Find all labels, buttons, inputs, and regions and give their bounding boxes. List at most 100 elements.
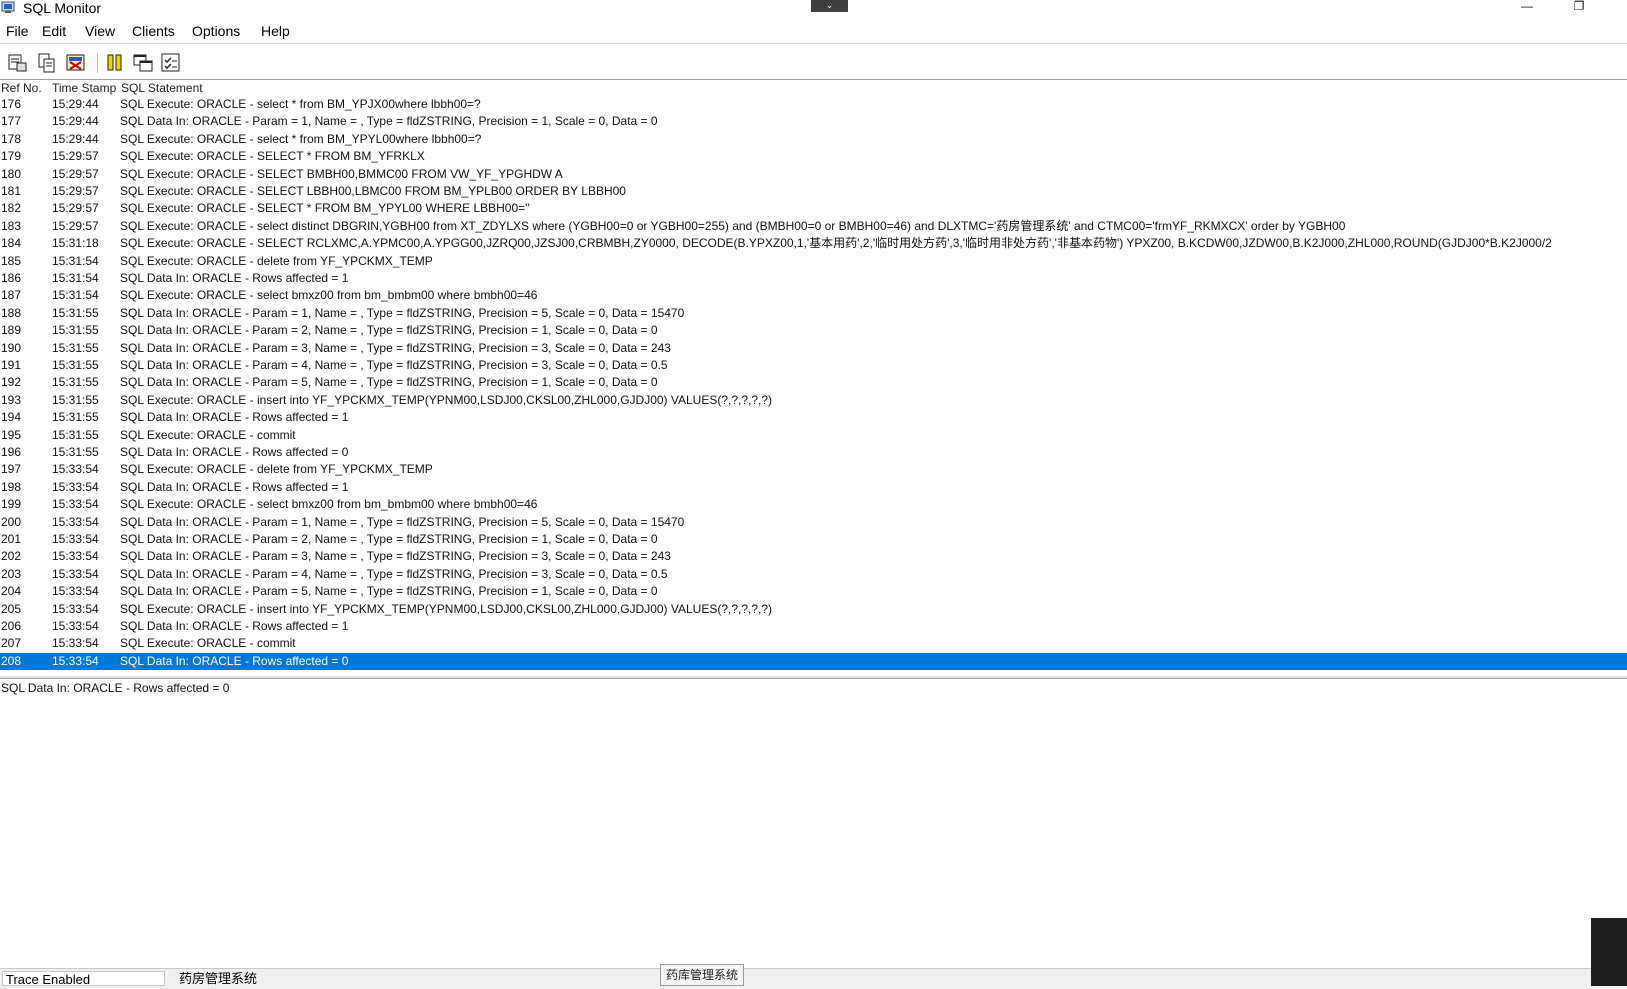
copy-icon[interactable]	[36, 52, 58, 74]
table-row[interactable]: 206 15:33:54 SQL Data In: ORACLE - Rows af…	[0, 618, 1627, 635]
table-row[interactable]: 180 15:29:57 SQL Execute: ORACLE - SELECT …	[0, 166, 1627, 183]
row-ref: 184	[1, 236, 22, 251]
row-sql: SQL Data In: ORACLE - Rows affected = 0	[120, 445, 349, 459]
row-time: 15:29:44	[52, 97, 99, 111]
table-row[interactable]: 177 15:29:44 SQL Data In: ORACLE - Param =…	[0, 113, 1627, 130]
row-sql: SQL Execute: ORACLE - select bmxz00 from…	[120, 288, 538, 303]
row-sql: SQL Execute: ORACLE - commit	[120, 427, 296, 442]
table-row[interactable]: 182 15:29:57 SQL Execute: ORACLE - SELECT …	[0, 200, 1627, 217]
row-sql: SQL Execute: ORACLE - select * from BM_Y…	[120, 97, 481, 111]
table-row[interactable]: 185 15:31:54 SQL Execute: ORACLE - delete …	[0, 253, 1627, 270]
menu-file[interactable]: File	[6, 22, 29, 40]
row-time: 15:31:55	[52, 340, 99, 355]
sql-statement-list[interactable]: 176 15:29:44 SQL Execute: ORACLE - select …	[0, 96, 1627, 674]
row-ref: 200	[1, 514, 22, 529]
table-row[interactable]: 178 15:29:44 SQL Execute: ORACLE - select …	[0, 131, 1627, 148]
row-ref: 195	[1, 427, 22, 442]
row-ref: 191	[1, 358, 22, 372]
table-row[interactable]: 207 15:33:54 SQL Execute: ORACLE - commit	[0, 635, 1627, 652]
row-sql: SQL Data In: ORACLE - Rows affected = 0	[120, 653, 349, 668]
row-time: 15:33:54	[52, 514, 99, 529]
row-sql: SQL Data In: ORACLE - Param = 1, Name = …	[120, 114, 658, 129]
row-sql: SQL Execute: ORACLE - insert into YF_YPC…	[120, 392, 773, 407]
row-time: 15:33:54	[52, 653, 99, 668]
table-row[interactable]: 176 15:29:44 SQL Execute: ORACLE - select …	[0, 96, 1627, 113]
row-sql: SQL Data In: ORACLE - Param = 2, Name = …	[120, 323, 658, 338]
row-time: 15:31:55	[52, 445, 99, 459]
row-sql: SQL Data In: ORACLE - Param = 4, Name = …	[120, 566, 668, 581]
row-ref: 203	[1, 566, 22, 581]
column-header-sql[interactable]: SQL Statement	[121, 80, 203, 96]
table-row[interactable]: 201 15:33:54 SQL Data In: ORACLE - Param =…	[0, 531, 1627, 548]
table-row[interactable]: 203 15:33:54 SQL Data In: ORACLE - Param =…	[0, 566, 1627, 583]
row-sql: SQL Data In: ORACLE - Param = 3, Name = …	[120, 340, 671, 355]
table-row[interactable]: 191 15:31:55 SQL Data In: ORACLE - Param =…	[0, 357, 1627, 374]
row-sql: SQL Execute: ORACLE - select * from BM_Y…	[120, 131, 482, 146]
row-ref: 205	[1, 601, 22, 616]
row-time: 15:31:55	[52, 358, 99, 372]
table-row[interactable]: 184 15:31:18 SQL Execute: ORACLE - SELECT …	[0, 235, 1627, 252]
pane-splitter[interactable]	[0, 676, 1627, 679]
row-sql: SQL Execute: ORACLE - commit	[120, 636, 296, 651]
window-icon[interactable]	[132, 52, 154, 74]
table-row[interactable]: 198 15:33:54 SQL Data In: ORACLE - Rows af…	[0, 479, 1627, 496]
row-ref: 183	[1, 218, 22, 233]
menu-clients[interactable]: Clients	[132, 22, 175, 40]
row-sql: SQL Data In: ORACLE - Param = 3, Name = …	[120, 549, 671, 564]
table-row[interactable]: 205 15:33:54 SQL Execute: ORACLE - insert …	[0, 601, 1627, 618]
menu-edit[interactable]: Edit	[42, 22, 66, 40]
row-time: 15:29:57	[52, 149, 99, 164]
table-row[interactable]: 187 15:31:54 SQL Execute: ORACLE - select …	[0, 287, 1627, 304]
row-ref: 187	[1, 288, 22, 303]
table-row[interactable]: 199 15:33:54 SQL Execute: ORACLE - select …	[0, 496, 1627, 513]
table-row[interactable]: 204 15:33:54 SQL Data In: ORACLE - Param =…	[0, 583, 1627, 600]
table-row[interactable]: 190 15:31:55 SQL Data In: ORACLE - Param =…	[0, 340, 1627, 357]
table-row[interactable]: 202 15:33:54 SQL Data In: ORACLE - Param =…	[0, 548, 1627, 565]
row-ref: 190	[1, 340, 22, 355]
table-row[interactable]: 194 15:31:55 SQL Data In: ORACLE - Rows af…	[0, 409, 1627, 426]
menu-view[interactable]: View	[85, 22, 115, 40]
table-row[interactable]: 200 15:33:54 SQL Data In: ORACLE - Param =…	[0, 514, 1627, 531]
row-ref: 202	[1, 549, 22, 564]
row-sql: SQL Execute: ORACLE - select bmxz00 from…	[120, 497, 538, 512]
clear-icon[interactable]	[65, 52, 87, 74]
row-ref: 189	[1, 323, 22, 338]
menu-options[interactable]: Options	[192, 22, 240, 40]
row-sql: SQL Data In: ORACLE - Param = 2, Name = …	[120, 532, 658, 546]
table-row[interactable]: 192 15:31:55 SQL Data In: ORACLE - Param =…	[0, 374, 1627, 391]
column-header-ref[interactable]: Ref No.	[1, 80, 42, 96]
row-ref: 178	[1, 131, 22, 146]
trace-options-icon[interactable]	[160, 52, 182, 74]
row-sql: SQL Execute: ORACLE - delete from YF_YPC…	[120, 253, 433, 268]
table-row[interactable]: 183 15:29:57 SQL Execute: ORACLE - select …	[0, 218, 1627, 235]
table-row[interactable]: 208 15:33:54 SQL Data In: ORACLE - Rows af…	[0, 652, 1627, 671]
row-ref: 206	[1, 619, 22, 633]
table-row[interactable]: 193 15:31:55 SQL Execute: ORACLE - insert …	[0, 392, 1627, 409]
row-time: 15:31:54	[52, 253, 99, 268]
restore-button[interactable]: ❐	[1570, 0, 1588, 14]
row-sql: SQL Execute: ORACLE - SELECT BMBH00,BMMC…	[120, 166, 563, 181]
collapse-tab-button[interactable]: ⌄	[811, 0, 848, 12]
column-header-time[interactable]: Time Stamp	[52, 80, 116, 96]
row-ref: 185	[1, 253, 22, 268]
table-row[interactable]: 189 15:31:55 SQL Data In: ORACLE - Param =…	[0, 322, 1627, 339]
row-time: 15:29:57	[52, 218, 99, 233]
pause-icon[interactable]	[104, 52, 126, 74]
table-row[interactable]: 188 15:31:55 SQL Data In: ORACLE - Param =…	[0, 305, 1627, 322]
table-row[interactable]: 196 15:31:55 SQL Data In: ORACLE - Rows af…	[0, 444, 1627, 461]
save-log-icon[interactable]	[7, 52, 29, 74]
status-client: 药房管理系统	[179, 971, 258, 986]
menu-help[interactable]: Help	[261, 22, 290, 40]
table-row[interactable]: 186 15:31:54 SQL Data In: ORACLE - Rows af…	[0, 270, 1627, 287]
table-row[interactable]: 197 15:33:54 SQL Execute: ORACLE - delete …	[0, 461, 1627, 478]
detail-pane[interactable]: SQL Data In: ORACLE - Rows affected = 0	[0, 680, 1627, 968]
table-row[interactable]: 179 15:29:57 SQL Execute: ORACLE - SELECT …	[0, 148, 1627, 165]
row-sql: SQL Data In: ORACLE - Rows affected = 1	[120, 619, 349, 633]
table-row[interactable]: 195 15:31:55 SQL Execute: ORACLE - commit	[0, 427, 1627, 444]
minimize-button[interactable]: —	[1518, 0, 1536, 14]
tray-app-icon[interactable]	[1591, 918, 1627, 986]
table-row[interactable]: 181 15:29:57 SQL Execute: ORACLE - SELECT …	[0, 183, 1627, 200]
row-ref: 180	[1, 166, 22, 181]
row-ref: 188	[1, 305, 22, 320]
row-ref: 186	[1, 271, 22, 285]
